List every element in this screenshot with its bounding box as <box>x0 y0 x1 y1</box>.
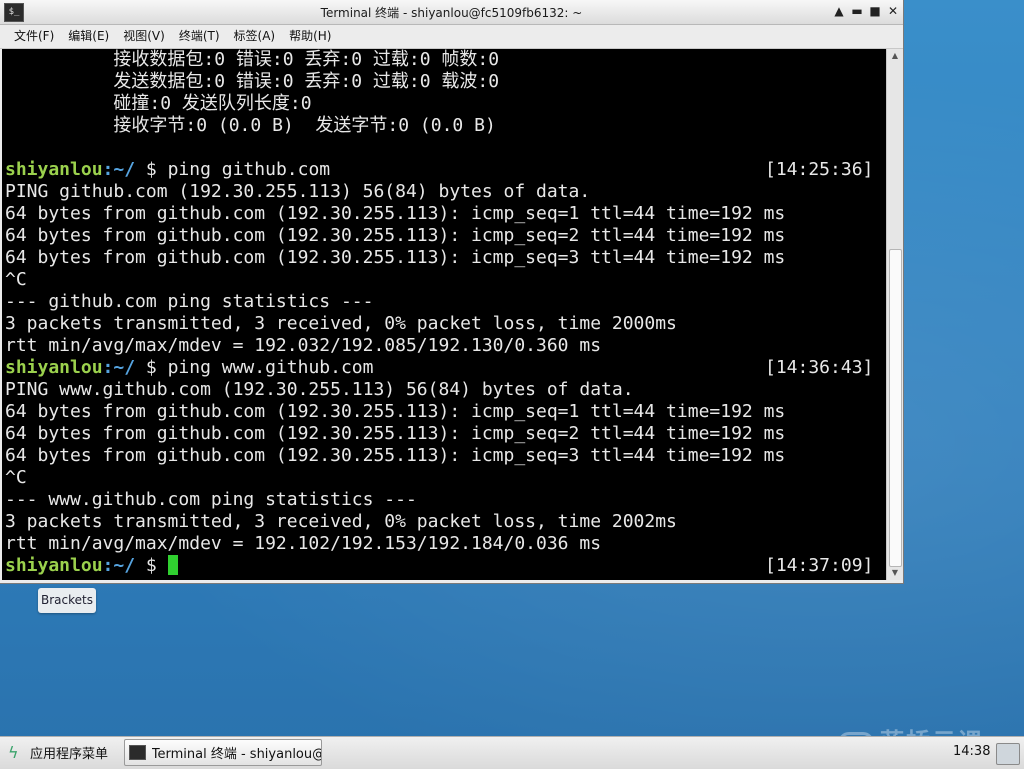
scroll-down-icon[interactable]: ▼ <box>887 566 903 580</box>
prompt-path: :~/ <box>102 357 136 378</box>
terminal-line: ^C <box>5 467 27 488</box>
scrollbar-thumb[interactable] <box>889 249 902 567</box>
terminal-line: 发送数据包:0 错误:0 丢弃:0 过载:0 载波:0 <box>5 71 500 92</box>
menu-terminal[interactable]: 终端(T) <box>172 25 227 48</box>
menu-edit[interactable]: 编辑(E) <box>61 25 116 48</box>
terminal-line: 64 bytes from github.com (192.30.255.113… <box>5 203 786 224</box>
terminal-line: 64 bytes from github.com (192.30.255.113… <box>5 445 786 466</box>
clock[interactable]: 14:38 <box>953 744 990 759</box>
terminal-line: 64 bytes from github.com (192.30.255.113… <box>5 423 786 444</box>
taskbar: ϟ 应用程序菜单 Terminal 终端 - shiyanlou@f··· 14… <box>0 736 1024 769</box>
terminal-line: 3 packets transmitted, 3 received, 0% pa… <box>5 313 677 334</box>
menu-tabs[interactable]: 标签(A) <box>227 25 283 48</box>
prompt-command: $ ping www.github.com <box>135 357 374 378</box>
prompt-user: shiyanlou <box>5 357 103 378</box>
terminal-window[interactable]: $_ Terminal 终端 - shiyanlou@fc5109fb6132:… <box>0 0 903 583</box>
scroll-up-icon[interactable]: ▲ <box>887 49 903 63</box>
prompt-timestamp: [14:37:09] <box>765 555 874 576</box>
close-icon[interactable]: ✕ <box>885 3 901 20</box>
menubar: 文件(F) 编辑(E) 视图(V) 终端(T) 标签(A) 帮助(H) <box>0 25 903 49</box>
applications-menu-button[interactable]: ϟ 应用程序菜单 <box>8 743 108 762</box>
menu-view[interactable]: 视图(V) <box>116 25 172 48</box>
prompt-command: $ <box>135 555 168 576</box>
terminal-line: rtt min/avg/max/mdev = 192.032/192.085/1… <box>5 335 602 356</box>
minimize-icon[interactable]: ▬ <box>849 3 865 20</box>
terminal-line: PING www.github.com (192.30.255.113) 56(… <box>5 379 634 400</box>
terminal-line: 接收数据包:0 错误:0 丢弃:0 过载:0 帧数:0 <box>5 49 500 70</box>
app-menu-icon: ϟ <box>8 742 19 762</box>
prompt-user: shiyanlou <box>5 555 103 576</box>
menu-help[interactable]: 帮助(H) <box>282 25 338 48</box>
terminal-icon <box>129 745 146 760</box>
prompt-line: shiyanlou:~/ $ ping github.com <box>5 159 330 181</box>
terminal-line: --- github.com ping statistics --- <box>5 291 374 312</box>
prompt-timestamp: [14:36:43] <box>765 357 874 378</box>
terminal-line: 接收字节:0 (0.0 B) 发送字节:0 (0.0 B) <box>5 115 496 136</box>
taskbar-terminal-label: Terminal 终端 - shiyanlou@f··· <box>151 747 321 762</box>
tray-window-icon[interactable] <box>996 743 1020 765</box>
text-cursor <box>167 555 178 575</box>
scrollbar[interactable]: ▲ ▼ <box>886 49 903 580</box>
terminal-line: 3 packets transmitted, 3 received, 0% pa… <box>5 511 677 532</box>
prompt-line[interactable]: shiyanlou:~/ $ <box>5 555 178 577</box>
terminal-line: PING github.com (192.30.255.113) 56(84) … <box>5 181 591 202</box>
terminal-line: 64 bytes from github.com (192.30.255.113… <box>5 401 786 422</box>
terminal-output[interactable]: 接收数据包:0 错误:0 丢弃:0 过载:0 帧数:0 发送数据包:0 错误:0… <box>2 49 886 580</box>
prompt-line: shiyanlou:~/ $ ping www.github.com <box>5 357 373 379</box>
prompt-path: :~/ <box>102 555 136 576</box>
menu-file[interactable]: 文件(F) <box>0 25 61 48</box>
terminal-line: 64 bytes from github.com (192.30.255.113… <box>5 225 786 246</box>
prompt-timestamp: [14:25:36] <box>765 159 874 180</box>
prompt-user: shiyanlou <box>5 159 103 180</box>
window-title: Terminal 终端 - shiyanlou@fc5109fb6132: ~ <box>320 6 583 20</box>
taskbar-terminal-button[interactable]: Terminal 终端 - shiyanlou@f··· <box>124 739 322 766</box>
prompt-path: :~/ <box>102 159 136 180</box>
applications-menu-label: 应用程序菜单 <box>30 747 109 762</box>
prompt-command: $ ping github.com <box>135 159 331 180</box>
terminal-line: rtt min/avg/max/mdev = 192.102/192.153/1… <box>5 533 602 554</box>
desktop-icon-brackets[interactable]: Brackets <box>38 588 96 613</box>
shade-icon[interactable]: ▲ <box>831 3 847 20</box>
terminal-line: 64 bytes from github.com (192.30.255.113… <box>5 247 786 268</box>
terminal-line: ^C <box>5 269 27 290</box>
terminal-line: --- www.github.com ping statistics --- <box>5 489 417 510</box>
window-titlebar[interactable]: $_ Terminal 终端 - shiyanlou@fc5109fb6132:… <box>0 0 903 25</box>
maximize-icon[interactable]: ■ <box>867 3 883 20</box>
terminal-line: 碰撞:0 发送队列长度:0 <box>5 93 312 114</box>
